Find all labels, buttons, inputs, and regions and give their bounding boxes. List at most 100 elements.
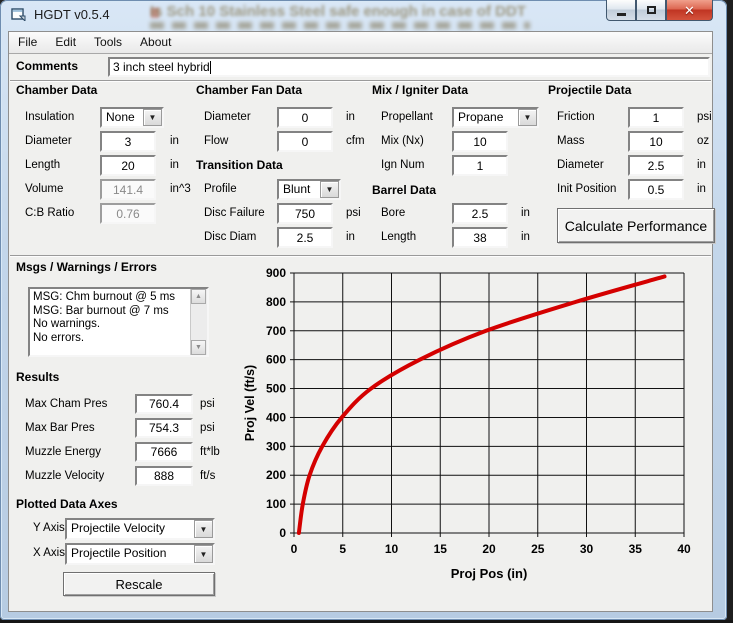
max-bar-pres-field[interactable]: 754.3 (135, 418, 193, 438)
disc-failure-unit: psi (346, 207, 361, 219)
svg-text:800: 800 (266, 295, 286, 309)
message-line: No errors. (33, 332, 189, 346)
chamber-length-input[interactable]: 20 (100, 155, 156, 176)
svg-text:Proj Vel (ft/s): Proj Vel (ft/s) (243, 365, 257, 441)
friction-unit: psi (697, 111, 712, 123)
projectile-heading: Projectile Data (548, 83, 631, 97)
comments-input[interactable]: 3 inch steel hybrid (108, 57, 710, 77)
muzzle-velocity-unit: ft/s (200, 470, 215, 482)
svg-text:400: 400 (266, 410, 286, 424)
scrollbar[interactable]: ▲ ▼ (190, 289, 207, 355)
barrel-length-label: Length (381, 231, 416, 243)
cb-ratio-field: 0.76 (100, 203, 156, 224)
scroll-down-icon[interactable]: ▼ (191, 340, 206, 355)
ign-num-label: Ign Num (381, 159, 424, 171)
insulation-select[interactable]: None ▼ (100, 107, 164, 128)
svg-text:Proj Pos (in): Proj Pos (in) (451, 566, 528, 581)
background-ghost-text-line2 (150, 22, 530, 29)
disc-failure-input[interactable]: 750 (277, 203, 333, 224)
svg-text:700: 700 (266, 324, 286, 338)
menu-about[interactable]: About (131, 32, 180, 53)
svg-text:5: 5 (339, 542, 346, 556)
text-caret (210, 61, 211, 74)
friction-input[interactable]: 1 (628, 107, 684, 128)
svg-text:900: 900 (266, 266, 286, 280)
mass-input[interactable]: 10 (628, 131, 684, 152)
profile-select[interactable]: Blunt ▼ (277, 179, 341, 200)
chevron-down-icon[interactable]: ▼ (320, 181, 339, 198)
insulation-label: Insulation (25, 111, 74, 123)
propellant-select[interactable]: Propane ▼ (452, 107, 539, 128)
max-cham-pres-label: Max Cham Pres (25, 398, 107, 410)
background-ghost-text: Is Sch 10 Stainless Steel safe enough in… (150, 3, 620, 20)
proj-diameter-unit: in (697, 159, 706, 171)
svg-text:600: 600 (266, 353, 286, 367)
rescale-button[interactable]: Rescale (63, 572, 215, 596)
svg-text:200: 200 (266, 468, 286, 482)
max-cham-pres-unit: psi (200, 398, 215, 410)
max-cham-pres-field[interactable]: 760.4 (135, 394, 193, 414)
fan-flow-unit: cfm (346, 135, 365, 147)
barrel-length-input[interactable]: 38 (452, 227, 508, 248)
chamber-volume-field: 141.4 (100, 179, 156, 200)
chamber-volume-unit: in^3 (170, 183, 191, 195)
proj-diameter-label: Diameter (557, 159, 604, 171)
bore-label: Bore (381, 207, 405, 219)
close-button[interactable]: ✕ (666, 0, 713, 21)
cb-ratio-label: C:B Ratio (25, 207, 74, 219)
muzzle-velocity-field[interactable]: 888 (135, 466, 193, 486)
svg-text:500: 500 (266, 382, 286, 396)
ign-num-input[interactable]: 1 (452, 155, 508, 176)
caption-buttons: ✕ (606, 0, 713, 22)
chamber-volume-label: Volume (25, 183, 63, 195)
fan-diameter-input[interactable]: 0 (277, 107, 333, 128)
chevron-down-icon[interactable]: ▼ (518, 109, 537, 126)
menu-file[interactable]: File (9, 32, 46, 53)
max-bar-pres-label: Max Bar Pres (25, 422, 95, 434)
y-axis-label: Y Axis (33, 522, 65, 534)
chevron-down-icon[interactable]: ▼ (194, 520, 213, 538)
chart-canvas: 0100200300400500600700800900051015202530… (240, 266, 712, 610)
init-position-label: Init Position (557, 183, 616, 195)
disc-failure-label: Disc Failure (204, 207, 265, 219)
mix-igniter-heading: Mix / Igniter Data (372, 83, 468, 97)
menu-tools[interactable]: Tools (85, 32, 131, 53)
mix-input[interactable]: 10 (452, 131, 508, 152)
barrel-length-unit: in (521, 231, 530, 243)
proj-diameter-input[interactable]: 2.5 (628, 155, 684, 176)
svg-text:100: 100 (266, 497, 286, 511)
disc-diam-input[interactable]: 2.5 (277, 227, 333, 248)
chamber-diameter-label: Diameter (25, 135, 72, 147)
maximize-button[interactable] (636, 0, 666, 21)
init-position-input[interactable]: 0.5 (628, 179, 684, 200)
bore-unit: in (521, 207, 530, 219)
title-bar[interactable]: HGDT v0.5.4 Is Sch 10 Stainless Steel sa… (0, 0, 727, 31)
svg-text:40: 40 (677, 542, 691, 556)
messages-listbox[interactable]: MSG: Chm burnout @ 5 ms MSG: Bar burnout… (28, 287, 209, 357)
plotted-axes-heading: Plotted Data Axes (16, 497, 118, 511)
svg-text:30: 30 (580, 542, 594, 556)
bore-input[interactable]: 2.5 (452, 203, 508, 224)
scroll-up-icon[interactable]: ▲ (191, 289, 206, 304)
chevron-down-icon[interactable]: ▼ (194, 545, 213, 563)
profile-label: Profile (204, 183, 237, 195)
menu-edit[interactable]: Edit (46, 32, 85, 53)
y-axis-select[interactable]: Projectile Velocity ▼ (65, 518, 215, 540)
muzzle-energy-field[interactable]: 7666 (135, 442, 193, 462)
x-axis-select[interactable]: Projectile Position ▼ (65, 543, 215, 565)
svg-text:0: 0 (291, 542, 298, 556)
minimize-button[interactable] (606, 0, 636, 21)
message-line: MSG: Chm burnout @ 5 ms (33, 291, 189, 305)
maximize-icon (647, 6, 656, 14)
fan-flow-input[interactable]: 0 (277, 131, 333, 152)
svg-text:20: 20 (482, 542, 496, 556)
chamber-length-label: Length (25, 159, 60, 171)
muzzle-energy-unit: ft*lb (200, 446, 220, 458)
message-line: MSG: Bar burnout @ 7 ms (33, 305, 189, 319)
chamber-diameter-input[interactable]: 3 (100, 131, 156, 152)
app-icon (11, 8, 26, 21)
svg-text:10: 10 (385, 542, 399, 556)
calculate-performance-button[interactable]: Calculate Performance (557, 208, 715, 243)
chevron-down-icon[interactable]: ▼ (143, 109, 162, 126)
message-line: No warnings. (33, 318, 189, 332)
